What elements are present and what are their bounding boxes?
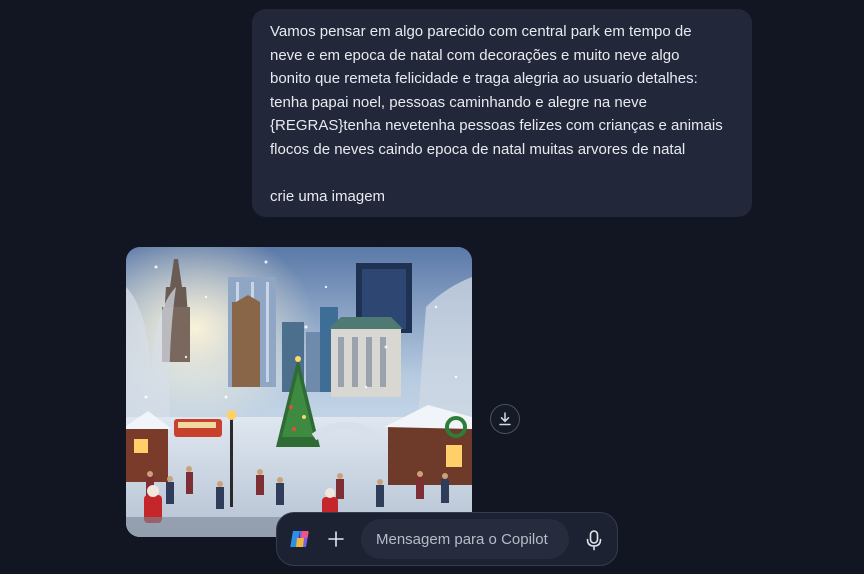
- message-line: crie uma imagem: [270, 187, 386, 205]
- microphone-icon: [586, 530, 602, 551]
- user-message-bubble: Vamos pensar em algo parecido com centra…: [252, 9, 752, 217]
- message-composer: [276, 512, 618, 566]
- message-line: Vamos pensar em algo parecido com centra…: [270, 23, 692, 40]
- copilot-logo-icon: [290, 531, 309, 547]
- snowy-park-illustration: [126, 247, 472, 537]
- download-icon: [499, 412, 511, 426]
- plus-icon: [328, 531, 344, 547]
- message-line: neve e em epoca de natal com decorações …: [270, 46, 680, 64]
- download-button[interactable]: [490, 404, 520, 434]
- message-input[interactable]: [376, 530, 554, 548]
- generated-image[interactable]: [126, 247, 472, 537]
- copilot-logo-button[interactable]: [288, 527, 312, 551]
- message-input-wrapper: [361, 519, 569, 559]
- message-line: tenha papai noel, pessoas caminhando e a…: [270, 93, 647, 111]
- message-line: bonito que remeta felicidade e traga ale…: [270, 70, 698, 87]
- add-attachment-button[interactable]: [324, 527, 348, 551]
- message-line: flocos de neves caindo epoca de natal mu…: [270, 140, 686, 158]
- message-line: {REGRAS}tenha nevetenha pessoas felizes …: [270, 117, 723, 134]
- microphone-button[interactable]: [581, 527, 607, 553]
